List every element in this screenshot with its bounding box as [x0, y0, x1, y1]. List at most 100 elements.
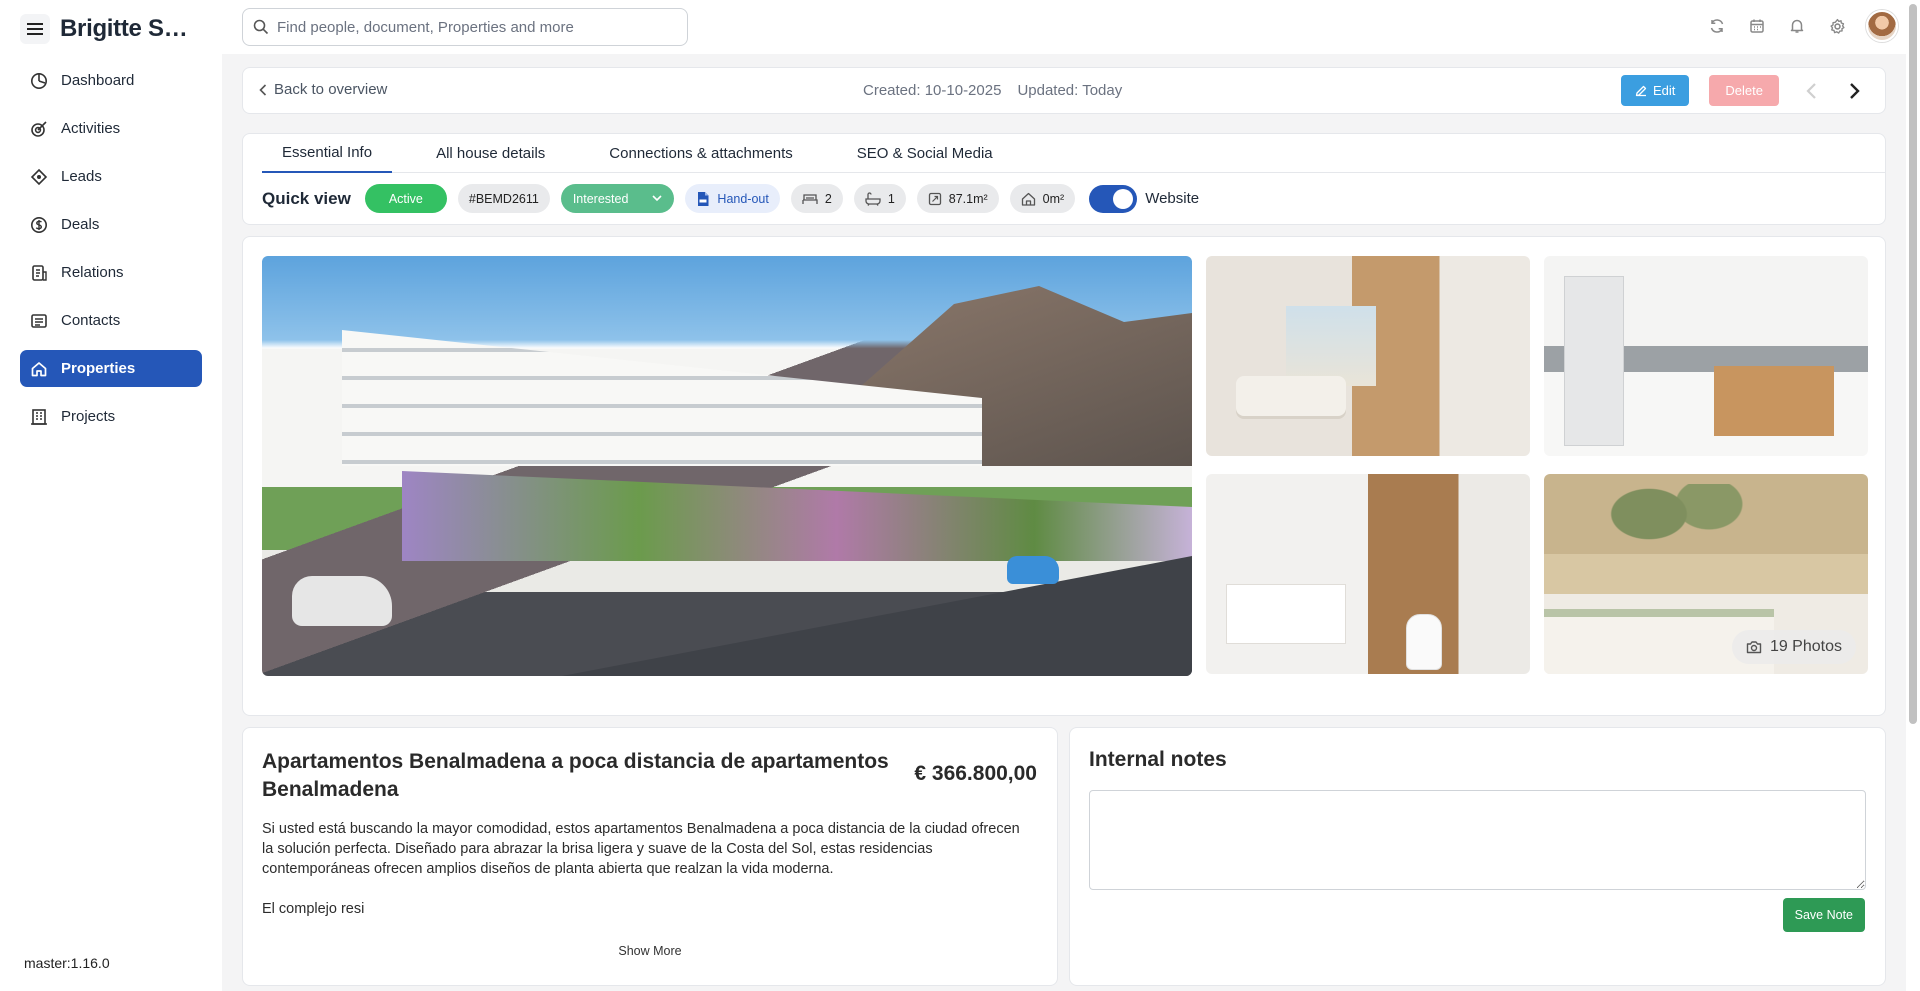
property-description-panel: Apartamentos Benalmadena a poca distanci…	[242, 727, 1058, 986]
photo-palm-mural-shape	[1604, 484, 1754, 584]
contacts-icon	[29, 311, 49, 331]
back-to-overview-link[interactable]: Back to overview	[259, 81, 387, 98]
property-description: Si usted está buscando la mayor comodida…	[262, 819, 1022, 919]
sidebar-item-label: Deals	[61, 216, 100, 233]
property-price: € 366.800,00	[914, 762, 1037, 785]
quick-view-label: Quick view	[262, 188, 351, 208]
internal-notes-textarea[interactable]	[1089, 790, 1866, 890]
search-input[interactable]	[277, 18, 677, 36]
bedrooms-count: 2	[824, 191, 832, 206]
user-name: Brigitte Sch...	[60, 15, 200, 42]
sidebar-item-dashboard[interactable]: Dashboard	[20, 62, 202, 99]
website-toggle[interactable]	[1089, 184, 1138, 213]
top-bar	[222, 0, 1906, 54]
tab-seo-social-media[interactable]: SEO & Social Media	[837, 134, 1013, 173]
notes-title: Internal notes	[1089, 748, 1227, 771]
sidebar-item-deals[interactable]: Deals	[20, 206, 202, 243]
internal-notes-panel: Internal notes Save Note	[1069, 727, 1886, 986]
photo-living-room[interactable]	[1206, 256, 1530, 456]
chevron-down-icon	[652, 195, 662, 202]
delete-button[interactable]: Delete	[1709, 75, 1779, 106]
sidebar-item-relations[interactable]: Relations	[20, 254, 202, 291]
photo-kitchen[interactable]	[1544, 256, 1868, 456]
sidebar-nav: Dashboard Activities Leads Deals Relatio…	[20, 62, 202, 446]
all-photos-button[interactable]: 19 Photos	[1731, 630, 1856, 664]
bathtub-icon	[865, 191, 881, 206]
record-meta: Created: 10-10-2025 Updated: Today	[863, 82, 1122, 99]
sidebar-item-label: Projects	[61, 408, 116, 425]
calendar-icon[interactable]	[1744, 13, 1770, 39]
toggle-knob	[1113, 188, 1134, 209]
edit-button[interactable]: Edit	[1621, 75, 1690, 106]
show-more-button[interactable]: Show More	[243, 944, 1057, 958]
reference-label: #BEMD2611	[468, 191, 539, 206]
camera-icon	[1746, 641, 1762, 654]
sidebar-item-projects[interactable]: Projects	[20, 398, 202, 435]
sidebar-item-activities[interactable]: Activities	[20, 110, 202, 147]
save-note-label: Save Note	[1794, 908, 1853, 922]
tab-essential-info[interactable]: Essential Info	[262, 134, 393, 173]
photo-sofa-shape	[1236, 376, 1346, 416]
deals-icon	[29, 215, 49, 235]
bedrooms-badge: 2	[790, 184, 843, 213]
activities-icon	[29, 119, 49, 139]
property-title: Apartamentos Benalmadena a poca distanci…	[262, 750, 889, 801]
save-note-button[interactable]: Save Note	[1782, 898, 1865, 932]
website-label: Website	[1145, 190, 1200, 207]
tab-bar: Essential Info All house details Connect…	[262, 134, 1885, 173]
photo-toilet-shape	[1406, 614, 1442, 670]
sidebar-item-label: Relations	[61, 264, 124, 281]
home-icon	[29, 359, 49, 379]
description-paragraph: Si usted está buscando la mayor comodida…	[262, 821, 1020, 877]
bathrooms-badge: 1	[853, 184, 906, 213]
sidebar-item-properties[interactable]: Properties	[20, 350, 202, 387]
photo-car-shape	[1007, 556, 1059, 584]
living-area-value: 87.1m²	[948, 191, 988, 206]
dashboard-icon	[29, 71, 49, 91]
edit-label: Edit	[1653, 83, 1676, 98]
page-scrollbar-thumb[interactable]	[1909, 4, 1917, 724]
photo-island-shape	[1714, 366, 1834, 436]
back-label: Back to overview	[274, 81, 388, 98]
tab-all-house-details[interactable]: All house details	[416, 134, 565, 173]
main-photo-building-exterior[interactable]	[262, 256, 1192, 676]
photo-car-shape	[292, 576, 392, 626]
next-record-button[interactable]	[1843, 79, 1867, 103]
living-area-badge: 87.1m²	[916, 184, 999, 213]
photo-bedroom[interactable]: 19 Photos	[1544, 474, 1868, 674]
chevron-right-icon	[1850, 82, 1860, 99]
created-date: Created: 10-10-2025	[863, 82, 1002, 99]
bell-icon[interactable]	[1784, 13, 1810, 39]
updated-date: Updated: Today	[1017, 82, 1123, 99]
plot-area-badge: 0m²	[1009, 184, 1076, 213]
delete-label: Delete	[1725, 83, 1763, 98]
search-icon	[253, 19, 269, 35]
avatar[interactable]	[1866, 10, 1898, 42]
top-actions	[1704, 10, 1906, 42]
pencil-icon	[1635, 85, 1647, 96]
sidebar-item-leads[interactable]: Leads	[20, 158, 202, 195]
photo-sink-shape	[1226, 584, 1346, 644]
sidebar-item-contacts[interactable]: Contacts	[20, 302, 202, 339]
hamburger-icon	[27, 23, 43, 35]
tab-connections-attachments[interactable]: Connections & attachments	[589, 134, 812, 173]
previous-record-button[interactable]	[1799, 79, 1823, 103]
header-actions: Edit Delete	[1621, 75, 1867, 106]
gear-icon[interactable]	[1824, 13, 1850, 39]
reference-badge: #BEMD2611	[457, 184, 550, 213]
photo-window-shape	[1286, 306, 1376, 386]
photo-bathroom[interactable]	[1206, 474, 1530, 674]
menu-toggle-button[interactable]	[20, 14, 50, 44]
sidebar-item-label: Contacts	[61, 312, 121, 329]
pdf-file-icon	[698, 191, 709, 206]
sidebar-item-label: Leads	[61, 168, 102, 185]
status-label: Active	[388, 191, 423, 206]
description-paragraph: El complejo resi	[262, 901, 365, 917]
interest-dropdown[interactable]: Interested	[560, 184, 675, 213]
photo-gallery: 19 Photos	[242, 236, 1886, 716]
sync-icon[interactable]	[1704, 13, 1730, 39]
handout-button[interactable]: Hand-out	[685, 184, 780, 213]
interest-label: Interested	[572, 191, 629, 206]
search-box[interactable]	[242, 8, 688, 46]
status-badge[interactable]: Active	[364, 184, 447, 213]
